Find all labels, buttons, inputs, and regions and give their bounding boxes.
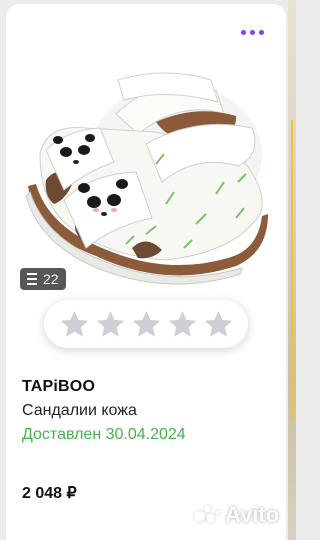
photo-count: 22 — [43, 271, 59, 287]
product-photo[interactable]: 22 — [6, 4, 286, 300]
listing-price: 2 048 ₽ — [22, 485, 77, 502]
avito-logo-icon — [194, 505, 220, 525]
delivery-status: Доставлен 30.04.2024 — [22, 426, 186, 443]
more-icon — [240, 29, 246, 35]
star-icon[interactable] — [166, 308, 199, 341]
adjacent-card-edge — [288, 0, 296, 540]
rating-stars — [44, 300, 248, 348]
avito-watermark: Avito — [194, 502, 279, 528]
star-icon[interactable] — [130, 308, 163, 341]
listing-card[interactable]: 22 TAPiBOO Сандалии кожа Доставлен 30.04… — [6, 4, 286, 540]
more-icon-dot — [258, 29, 264, 35]
star-icon[interactable] — [94, 308, 127, 341]
more-icon-dot — [249, 29, 255, 35]
gallery-icon — [27, 273, 37, 285]
photo-counter-badge[interactable]: 22 — [20, 268, 66, 290]
more-options-button[interactable] — [232, 20, 272, 44]
sandals-image — [25, 72, 268, 285]
brand-name: TAPiBOO — [22, 378, 96, 395]
listing-title[interactable]: Сандалии кожа — [22, 402, 137, 420]
watermark-text: Avito — [225, 502, 280, 527]
star-icon[interactable] — [202, 308, 235, 341]
star-icon[interactable] — [58, 308, 91, 341]
